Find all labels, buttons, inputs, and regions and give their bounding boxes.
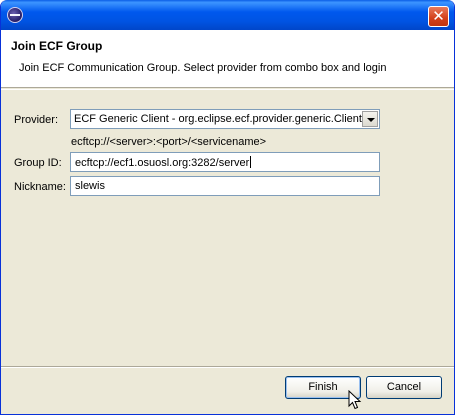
group-id-input[interactable]: ecftcp://ecf1.osuosl.org:3282/server: [70, 152, 380, 172]
page-description: Join ECF Communication Group. Select pro…: [19, 62, 387, 74]
close-button[interactable]: ✕: [428, 6, 449, 27]
nickname-label: Nickname:: [14, 181, 66, 193]
header-divider: [1, 89, 454, 90]
group-id-hint: ecftcp://<server>:<port>/<servicename>: [71, 136, 267, 148]
footer-divider-highlight: [1, 367, 454, 368]
dialog-window: ✕ Join ECF Group Join ECF Communication …: [0, 0, 455, 415]
text-caret: [250, 156, 252, 168]
chevron-down-icon[interactable]: [362, 111, 378, 127]
mouse-pointer-icon: [348, 390, 362, 410]
group-id-label: Group ID:: [14, 157, 62, 169]
cancel-button[interactable]: Cancel: [366, 376, 442, 399]
provider-combo[interactable]: ECF Generic Client - org.eclipse.ecf.pro…: [70, 109, 380, 129]
eclipse-icon: [7, 7, 23, 23]
page-title: Join ECF Group: [11, 39, 103, 53]
group-id-value: ecftcp://ecf1.osuosl.org:3282/server: [75, 157, 250, 169]
provider-label: Provider:: [14, 114, 59, 126]
close-icon: ✕: [432, 7, 445, 25]
nickname-value: slewis: [75, 180, 105, 192]
dialog-header: Join ECF Group Join ECF Communication Gr…: [1, 30, 454, 88]
provider-combo-value: ECF Generic Client - org.eclipse.ecf.pro…: [74, 113, 362, 125]
nickname-input[interactable]: slewis: [70, 176, 380, 196]
title-bar[interactable]: ✕: [1, 0, 454, 30]
